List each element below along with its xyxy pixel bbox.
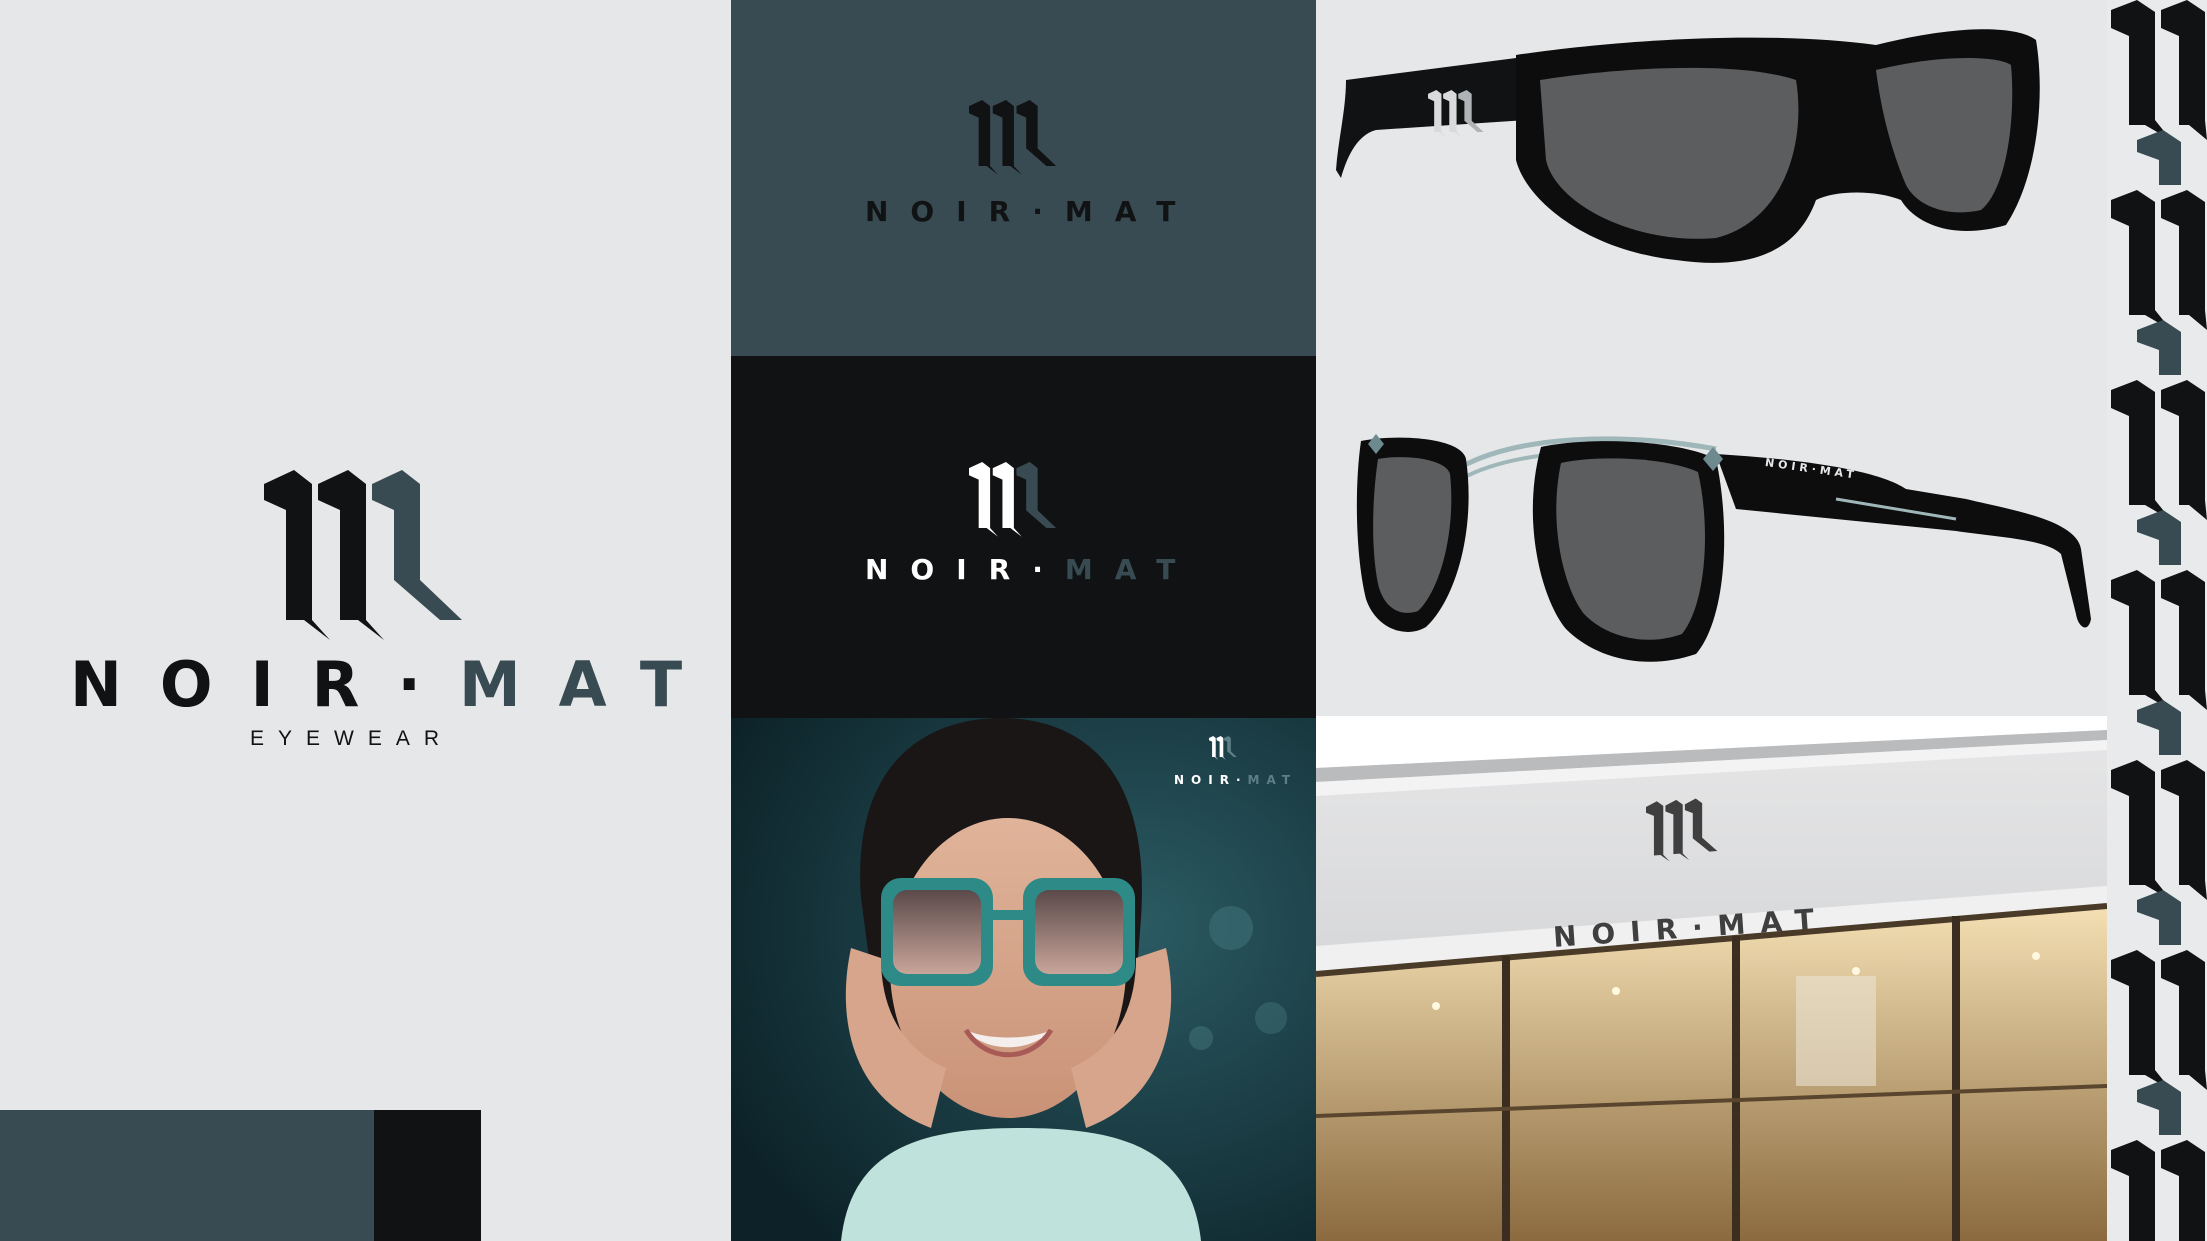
wordmark-separator: · (1235, 773, 1248, 787)
wordmark-separator: · (1032, 195, 1065, 228)
teal-wordmark: NOIR·MAT (865, 195, 1197, 228)
wordmark-noir: NOIR (865, 553, 1033, 586)
wordmark-noir: NOIR (1174, 773, 1236, 787)
wordmark-separator: · (397, 648, 459, 721)
swatch-teal (0, 1110, 374, 1241)
wordmark-mat: MAT (1247, 773, 1297, 787)
monogram-pattern (2107, 0, 2207, 1241)
sunglasses-cat-eye-panel (1316, 0, 2107, 359)
cat-eye-sunglasses (1336, 29, 2040, 263)
logo-on-teal-panel: NOIR·MAT (731, 0, 1316, 356)
storefront-signage-panel: NOIR·MAT (1316, 716, 2107, 1241)
wordmark-separator: · (1032, 553, 1065, 586)
wordmark-mat: MAT (458, 648, 721, 721)
logo-on-black-panel: NOIR·MAT (731, 356, 1316, 718)
model-photo-panel: NOIR·MAT (731, 718, 1316, 1241)
signage-monogram-icon (1646, 798, 1718, 862)
wordmark-mat: MAT (1064, 195, 1198, 228)
wordmark-noir: NOIR (70, 648, 398, 721)
primary-wordmark: NOIR·MAT (70, 650, 720, 720)
black-wordmark: NOIR·MAT (865, 553, 1197, 586)
wordmark-noir: NOIR (865, 195, 1033, 228)
monogram-icon (969, 462, 1057, 537)
brow-bar-sunglasses (1356, 434, 2091, 662)
swatch-black (374, 1110, 481, 1241)
monogram-pattern-strip (2107, 0, 2207, 1241)
wordmark-separator: · (1690, 909, 1719, 945)
tagline: EYEWEAR (250, 727, 454, 750)
monogram-icon (264, 470, 462, 640)
wordmark-mat: MAT (1064, 553, 1198, 586)
monogram-icon (969, 100, 1057, 175)
brand-board: NOIR·MAT EYEWEAR NOIR·MAT NOIR·MAT NOIR·… (0, 0, 2207, 1241)
primary-logo-panel: NOIR·MAT EYEWEAR (0, 0, 731, 1241)
photo-monogram-icon (1209, 736, 1237, 760)
sunglasses-aviator-panel: NOIR·MAT (1316, 359, 2107, 716)
photo-wordmark: NOIR·MAT (1174, 773, 1297, 787)
